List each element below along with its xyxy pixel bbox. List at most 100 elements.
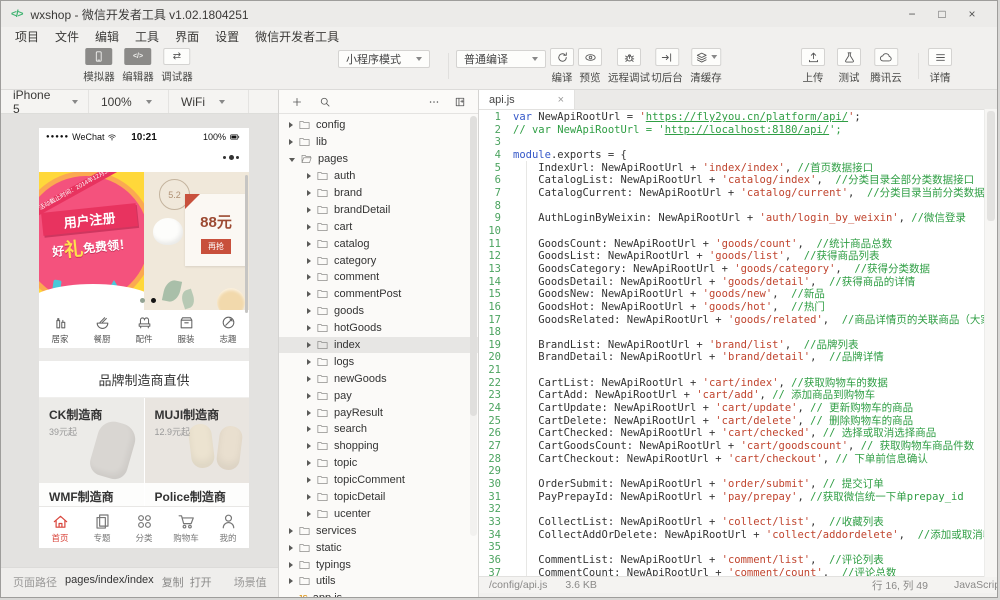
maximize-button[interactable]: □	[927, 7, 957, 21]
tree-item-utils[interactable]: utils	[279, 573, 478, 590]
tree-item-logs[interactable]: logs	[279, 353, 478, 370]
add-file-icon[interactable]	[291, 96, 303, 108]
menu-item-0[interactable]: 项目	[7, 28, 47, 45]
line-text: OrderSubmit: NewApiRootUrl + 'order/subm…	[501, 478, 884, 491]
action-flask-button[interactable]: 测试	[837, 48, 861, 85]
menu-item-5[interactable]: 设置	[207, 28, 247, 45]
locate-file-icon[interactable]	[454, 96, 466, 108]
panel-button-1[interactable]: </>编辑器	[122, 48, 154, 84]
category-2[interactable]: 配件	[123, 310, 165, 348]
brand-card-wmf[interactable]: WMF制造商	[39, 483, 144, 506]
open-link[interactable]: 打开	[190, 574, 212, 590]
tree-item-pay[interactable]: pay	[279, 387, 478, 404]
menu-item-3[interactable]: 工具	[127, 28, 167, 45]
line-number: 10	[479, 225, 501, 238]
phone-icon	[93, 50, 106, 63]
action-bug-button[interactable]: 远程调试	[608, 48, 650, 85]
tree-item-payResult[interactable]: payResult	[279, 404, 478, 421]
action-layers-button[interactable]: 清缓存	[690, 48, 722, 85]
tree-item-comment[interactable]: comment	[279, 269, 478, 286]
network-select[interactable]: WiFi	[169, 90, 249, 113]
brand-card-police[interactable]: Police制造商	[145, 483, 250, 506]
tree-item-ucenter[interactable]: ucenter	[279, 505, 478, 522]
category-0[interactable]: 居家	[39, 310, 81, 348]
grab-button[interactable]: 再抢	[201, 239, 231, 254]
tree-item-topic[interactable]: topic	[279, 455, 478, 472]
explorer-scrollbar[interactable]	[470, 116, 477, 536]
phone-scrollbar[interactable]	[245, 175, 248, 313]
promo-banner-left[interactable]: 活动截止时间：2014年12月31日 用户注册 好礼免费领！	[39, 172, 144, 310]
tree-item-typings[interactable]: typings	[279, 556, 478, 573]
tree-item-hotGoods[interactable]: hotGoods	[279, 320, 478, 337]
category-4[interactable]: 志趣	[207, 310, 249, 348]
action-bgswitch-button[interactable]: 切后台	[651, 48, 683, 85]
action-refresh-button[interactable]: 编译	[550, 48, 574, 85]
action-upload-button[interactable]: 上传	[801, 48, 825, 85]
tree-item-index[interactable]: index	[279, 337, 478, 354]
action-cloud-button[interactable]: 腾讯云	[870, 48, 902, 85]
phone-tab-3[interactable]: 购物车	[165, 507, 207, 548]
category-1[interactable]: 餐厨	[81, 310, 123, 348]
tree-item-category[interactable]: category	[279, 252, 478, 269]
tree-item-pages[interactable]: pages	[279, 151, 478, 168]
copy-link[interactable]: 复制	[162, 574, 184, 590]
tree-item-lib[interactable]: lib	[279, 134, 478, 151]
tree-item-topicComment[interactable]: topicComment	[279, 472, 478, 489]
code-line-33: 33 CollectList: NewApiRootUrl + 'collect…	[479, 516, 997, 529]
tree-item-label: services	[316, 525, 356, 537]
mode-select[interactable]: 小程序模式	[338, 50, 430, 68]
close-button[interactable]: ×	[957, 7, 987, 21]
menu-item-1[interactable]: 文件	[47, 28, 87, 45]
action-eye-button[interactable]: 预览	[578, 48, 602, 85]
zoom-select[interactable]: 100%	[89, 90, 169, 113]
minimize-button[interactable]: −	[897, 7, 927, 21]
device-select[interactable]: iPhone 5	[1, 90, 89, 113]
phone-tab-2[interactable]: 分类	[123, 507, 165, 548]
chevron-right-icon	[307, 308, 311, 314]
tree-item-brandDetail[interactable]: brandDetail	[279, 201, 478, 218]
promo-carousel[interactable]: 活动截止时间：2014年12月31日 用户注册 好礼免费领！ 5.2	[39, 172, 249, 310]
panel-button-label: 编辑器	[122, 69, 154, 84]
switch-icon: ⇄	[164, 48, 191, 65]
tree-item-goods[interactable]: goods	[279, 303, 478, 320]
search-icon[interactable]	[319, 96, 331, 108]
tree-item-config[interactable]: config	[279, 117, 478, 134]
editor-scrollbar[interactable]	[984, 109, 997, 577]
tree-item-app.js[interactable]: JSapp.js	[279, 590, 478, 598]
close-tab-icon[interactable]: ×	[558, 94, 564, 106]
tree-item-services[interactable]: services	[279, 522, 478, 539]
more-icon[interactable]	[428, 96, 440, 108]
line-text: AuthLoginByWeixin: NewApiRootUrl + 'auth…	[501, 212, 966, 225]
phone-tab-4[interactable]: 我的	[207, 507, 249, 548]
tab-api-js[interactable]: api.js ×	[479, 90, 575, 109]
panel-button-0[interactable]: 模拟器	[83, 48, 115, 84]
tree-item-cart[interactable]: cart	[279, 218, 478, 235]
tree-item-catalog[interactable]: catalog	[279, 235, 478, 252]
category-3[interactable]: 服装	[165, 310, 207, 348]
menu-item-2[interactable]: 编辑	[87, 28, 127, 45]
tree-item-commentPost[interactable]: commentPost	[279, 286, 478, 303]
phone-tab-0[interactable]: 首页	[39, 507, 81, 548]
more-menu-icon[interactable]	[223, 155, 239, 160]
brand-card-ck[interactable]: CK制造商 39元起	[39, 398, 144, 483]
compile-mode-select[interactable]: 普通编译	[456, 50, 546, 68]
tree-item-shopping[interactable]: shopping	[279, 438, 478, 455]
scene-value-label[interactable]: 场景值	[234, 574, 267, 590]
tree-item-static[interactable]: static	[279, 539, 478, 556]
tree-item-auth[interactable]: auth	[279, 168, 478, 185]
refresh-icon-box	[550, 48, 574, 66]
action-menu-button[interactable]: 详情	[928, 48, 952, 85]
promo-banner-right[interactable]: 5.2 88元 再抢	[144, 172, 249, 310]
tree-item-search[interactable]: search	[279, 421, 478, 438]
tree-item-topicDetail[interactable]: topicDetail	[279, 489, 478, 506]
code-line-25: 25 CartDelete: NewApiRootUrl + 'cart/del…	[479, 415, 997, 428]
menu-item-6[interactable]: 微信开发者工具	[247, 28, 347, 45]
brand-card-muji[interactable]: MUJI制造商 12.9元起	[145, 398, 250, 483]
phone-tab-1[interactable]: 专题	[81, 507, 123, 548]
code-editor[interactable]: 1var NewApiRootUrl = 'https://fly2you.cn…	[479, 110, 997, 576]
menu-item-4[interactable]: 界面	[167, 28, 207, 45]
tree-item-newGoods[interactable]: newGoods	[279, 370, 478, 387]
panel-button-2[interactable]: ⇄调试器	[161, 48, 193, 84]
code-line-17: 17 GoodsRelated: NewApiRootUrl + 'goods/…	[479, 314, 997, 327]
tree-item-brand[interactable]: brand	[279, 185, 478, 202]
